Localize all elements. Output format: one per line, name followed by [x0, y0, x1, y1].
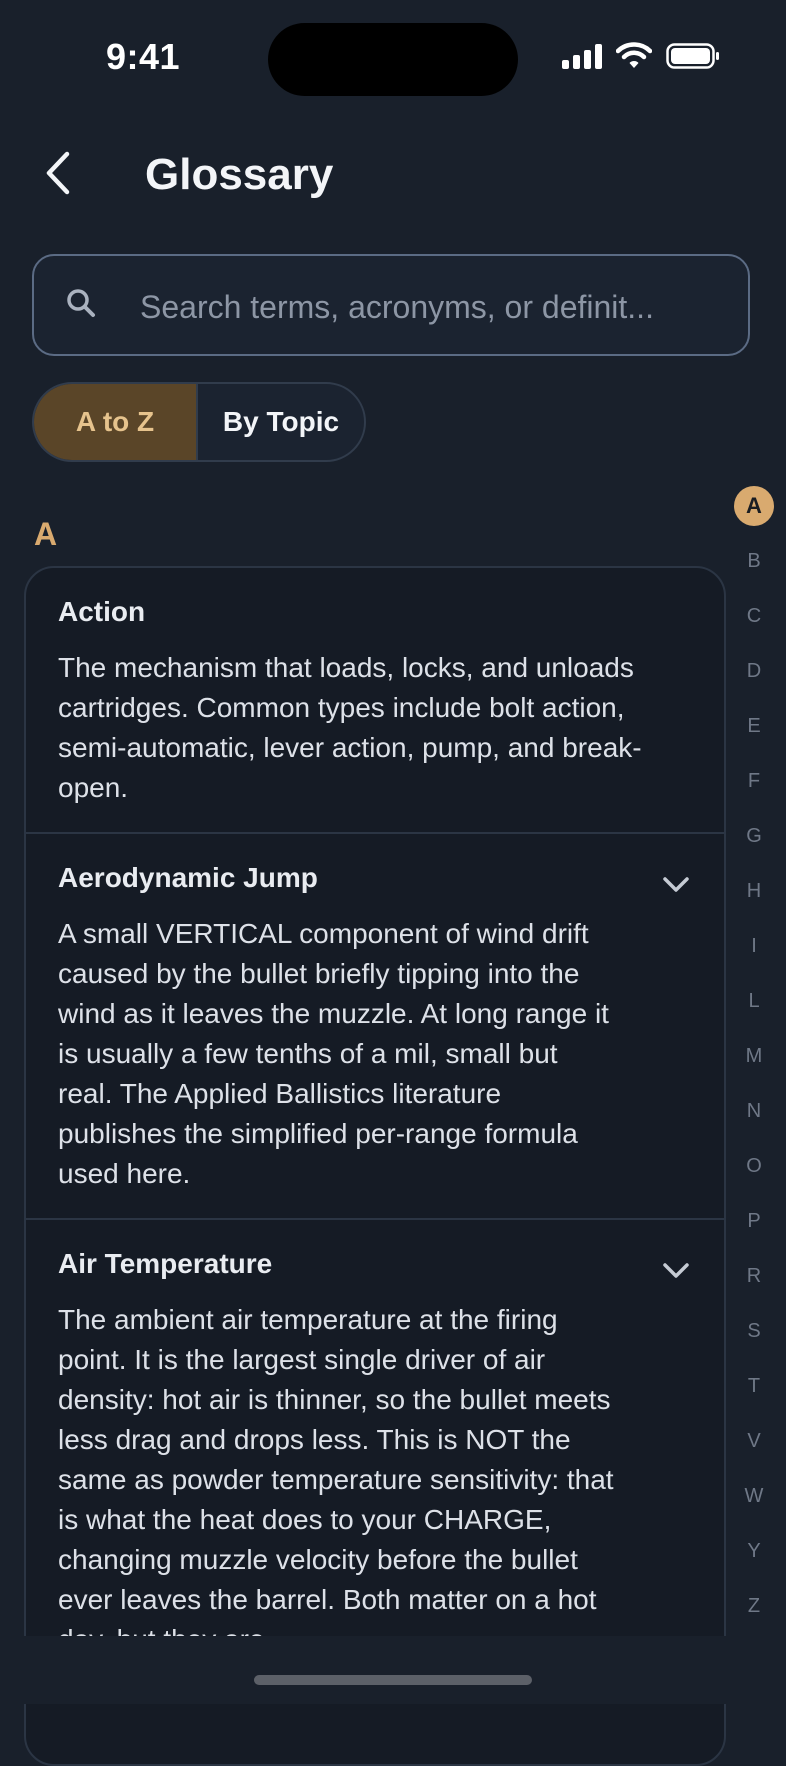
entry-definition: The mechanism that loads, locks, and unl…: [58, 652, 642, 803]
glossary-card: Action The mechanism that loads, locks, …: [24, 566, 726, 1766]
segment-by-topic[interactable]: By Topic: [198, 384, 364, 460]
cellular-signal-icon: [562, 43, 602, 69]
back-button[interactable]: [38, 148, 78, 198]
wifi-icon: [616, 42, 652, 68]
segment-a-to-z[interactable]: A to Z: [34, 384, 198, 460]
index-letter-o[interactable]: O: [734, 1146, 774, 1186]
index-letter-r[interactable]: R: [734, 1256, 774, 1296]
index-letter-l[interactable]: L: [734, 981, 774, 1021]
entry-term: Action: [58, 596, 146, 627]
chevron-down-icon[interactable]: [662, 876, 690, 894]
dynamic-island: [268, 23, 518, 96]
search-icon: [67, 289, 95, 317]
battery-icon: [666, 42, 719, 69]
nav-header: Glossary: [0, 130, 786, 220]
index-letter-e[interactable]: E: [734, 706, 774, 746]
home-indicator[interactable]: [254, 1675, 532, 1685]
page-title: Glossary: [145, 150, 334, 199]
search-bar[interactable]: [32, 254, 750, 356]
entry-term: Aerodynamic Jump: [58, 862, 318, 893]
entry-term: Air Temperature: [58, 1248, 273, 1279]
index-letter-z[interactable]: Z: [734, 1586, 774, 1626]
glossary-entry-action: Action The mechanism that loads, locks, …: [26, 568, 724, 834]
index-letter-n[interactable]: N: [734, 1091, 774, 1131]
index-letter-g[interactable]: G: [734, 816, 774, 856]
index-letter-b[interactable]: B: [734, 541, 774, 581]
index-letter-v[interactable]: V: [734, 1421, 774, 1461]
entry-definition: A small VERTICAL component of wind drift…: [58, 918, 609, 1189]
chevron-left-icon: [46, 151, 70, 195]
index-letter-c[interactable]: C: [734, 596, 774, 636]
section-header-letter: A: [34, 516, 58, 552]
index-letter-t[interactable]: T: [734, 1366, 774, 1406]
search-input[interactable]: [138, 276, 742, 338]
glossary-entry-aerodynamic-jump[interactable]: Aerodynamic Jump A small VERTICAL compon…: [26, 834, 724, 1220]
index-letter-y[interactable]: Y: [734, 1531, 774, 1571]
index-letter-p[interactable]: P: [734, 1201, 774, 1241]
index-letter-w[interactable]: W: [734, 1476, 774, 1516]
view-mode-segmented-control: A to Z By Topic: [32, 382, 366, 462]
status-time: 9:41: [106, 36, 181, 77]
index-letter-h[interactable]: H: [734, 871, 774, 911]
index-letter-d[interactable]: D: [734, 651, 774, 691]
index-letter-m[interactable]: M: [734, 1036, 774, 1076]
glossary-entry-air-temperature[interactable]: Air Temperature The ambient air temperat…: [26, 1220, 724, 1684]
status-bar: 9:41: [0, 0, 786, 110]
index-letter-s[interactable]: S: [734, 1311, 774, 1351]
bottom-safe-area: [0, 1636, 786, 1704]
index-letter-a[interactable]: A: [734, 486, 774, 526]
index-letter-f[interactable]: F: [734, 761, 774, 801]
index-letter-i[interactable]: I: [734, 926, 774, 966]
entry-definition: The ambient air temperature at the firin…: [58, 1304, 614, 1655]
chevron-down-icon[interactable]: [662, 1262, 690, 1280]
status-icons: [562, 42, 720, 69]
